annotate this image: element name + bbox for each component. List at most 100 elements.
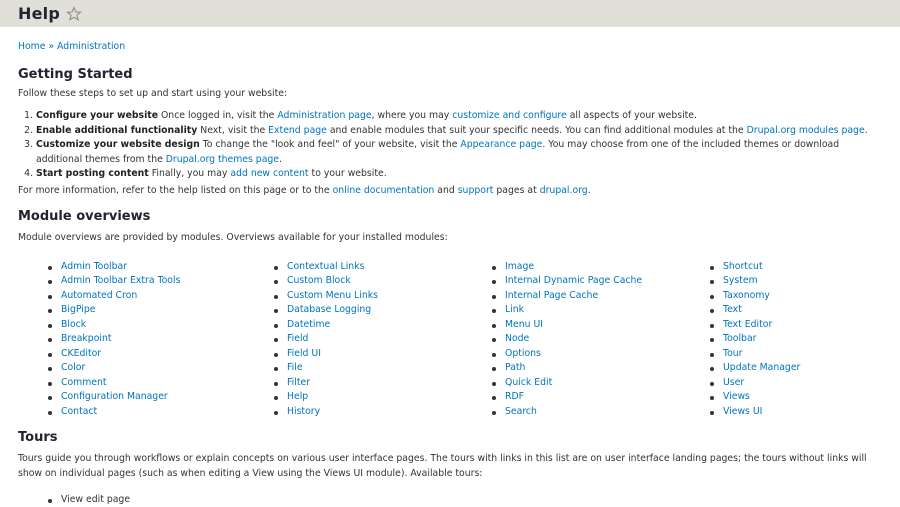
breadcrumb-home[interactable]: Home [18,41,45,52]
extend-page-link[interactable]: Extend page [268,125,327,136]
page-title: Help [18,4,60,23]
star-outline-icon[interactable] [66,5,82,22]
module-list-item: Color [48,361,274,376]
getting-started-heading: Getting Started [18,67,133,82]
step-title: Start posting content [36,168,149,179]
module-link[interactable]: Filter [287,377,310,388]
module-column: Image Internal Dynamic Page Cache Internal… [492,260,710,420]
module-list-item: Toolbar [710,332,860,347]
support-link[interactable]: support [458,185,494,196]
getting-started-steps: Configure your website Once logged in, v… [18,109,882,182]
drupal-modules-page-link[interactable]: Drupal.org modules page [747,125,865,136]
module-link[interactable]: History [287,406,320,417]
module-link[interactable]: Internal Dynamic Page Cache [505,275,642,286]
drupal-themes-page-link[interactable]: Drupal.org themes page [166,154,279,165]
step-text: . [864,124,868,136]
module-link[interactable]: Taxonomy [723,290,770,301]
more-text: pages at [493,184,540,196]
module-link[interactable]: CKEditor [61,348,101,359]
module-link[interactable]: User [723,377,744,388]
module-link[interactable]: Color [61,362,85,373]
module-link[interactable]: Link [505,304,524,315]
module-link[interactable]: Admin Toolbar [61,261,127,272]
module-link[interactable]: BigPipe [61,304,95,315]
more-info-text: For more information, refer to the help … [18,183,882,198]
module-list-item: Quick Edit [492,376,710,391]
online-documentation-link[interactable]: online documentation [333,185,435,196]
module-link[interactable]: Field [287,333,308,344]
module-link[interactable]: Toolbar [723,333,756,344]
module-overviews-list: Admin Toolbar Admin Toolbar Extra Tools Au… [18,260,882,420]
module-list-item: Views UI [710,405,860,420]
module-link[interactable]: Views [723,391,750,402]
more-text: For more information, refer to the help … [18,184,333,196]
module-link[interactable]: File [287,362,303,373]
module-link[interactable]: Text [723,304,742,315]
module-link[interactable]: Tour [723,348,743,359]
module-link[interactable]: Automated Cron [61,290,137,301]
breadcrumb-administration[interactable]: Administration [57,41,125,52]
module-link[interactable]: Breakpoint [61,333,112,344]
module-list-item: Update Manager [710,361,860,376]
module-list-item: File [274,361,492,376]
module-link[interactable]: Database Logging [287,304,371,315]
module-link[interactable]: RDF [505,391,524,402]
more-text: and [434,184,458,196]
module-link[interactable]: Configuration Manager [61,391,168,402]
module-list-item: Contextual Links [274,260,492,275]
module-link[interactable]: Text Editor [723,319,772,330]
module-link[interactable]: Search [505,406,537,417]
module-link[interactable]: Contact [61,406,97,417]
tours-heading: Tours [18,430,58,445]
module-link[interactable]: Custom Menu Links [287,290,378,301]
module-link[interactable]: Path [505,362,525,373]
module-link[interactable]: Field UI [287,348,321,359]
module-link[interactable]: Options [505,348,541,359]
administration-page-link[interactable]: Administration page [277,110,371,121]
module-link[interactable]: Custom Block [287,275,351,286]
module-list-item: User [710,376,860,391]
module-link[interactable]: Block [61,319,86,330]
module-link[interactable]: Internal Page Cache [505,290,598,301]
module-link[interactable]: Shortcut [723,261,763,272]
step-item: Configure your website Once logged in, v… [36,109,882,124]
module-list-item: Internal Dynamic Page Cache [492,274,710,289]
add-new-content-link[interactable]: add new content [230,168,308,179]
module-list-item: Text Editor [710,318,860,333]
module-list-item: Path [492,361,710,376]
module-list-item: Link [492,303,710,318]
module-link[interactable]: Contextual Links [287,261,364,272]
step-text: Next, visit the [197,124,269,136]
customize-configure-link[interactable]: customize and configure [452,110,567,121]
module-link[interactable]: Quick Edit [505,377,552,388]
tours-list: View edit page [18,493,882,507]
module-link[interactable]: Admin Toolbar Extra Tools [61,275,180,286]
module-list-item: Internal Page Cache [492,289,710,304]
main-content: Home » Administration Getting Started Fo… [0,40,900,507]
module-list-item: BigPipe [48,303,274,318]
module-list-item: Text [710,303,860,318]
module-list-item: Automated Cron [48,289,274,304]
step-item: Start posting content Finally, you may a… [36,167,882,182]
module-link[interactable]: Update Manager [723,362,800,373]
module-link[interactable]: Views UI [723,406,762,417]
more-text: . [587,184,591,196]
module-link[interactable]: Datetime [287,319,330,330]
module-list-item: Options [492,347,710,362]
step-text: to your website. [308,168,387,179]
module-link[interactable]: Comment [61,377,107,388]
module-list-item: Views [710,390,860,405]
module-column: Admin Toolbar Admin Toolbar Extra Tools Au… [48,260,274,420]
module-link[interactable]: System [723,275,758,286]
module-link[interactable]: Help [287,391,308,402]
module-list-item: System [710,274,860,289]
drupal-org-link[interactable]: drupal.org [540,185,588,196]
module-overviews-heading: Module overviews [18,208,151,224]
step-text: , where you may [371,110,453,121]
appearance-page-link[interactable]: Appearance page [460,139,542,150]
module-link[interactable]: Image [505,261,534,272]
module-link[interactable]: Node [505,333,529,344]
module-link[interactable]: Menu UI [505,319,543,330]
module-list-item: History [274,405,492,420]
step-text: . [279,153,282,165]
